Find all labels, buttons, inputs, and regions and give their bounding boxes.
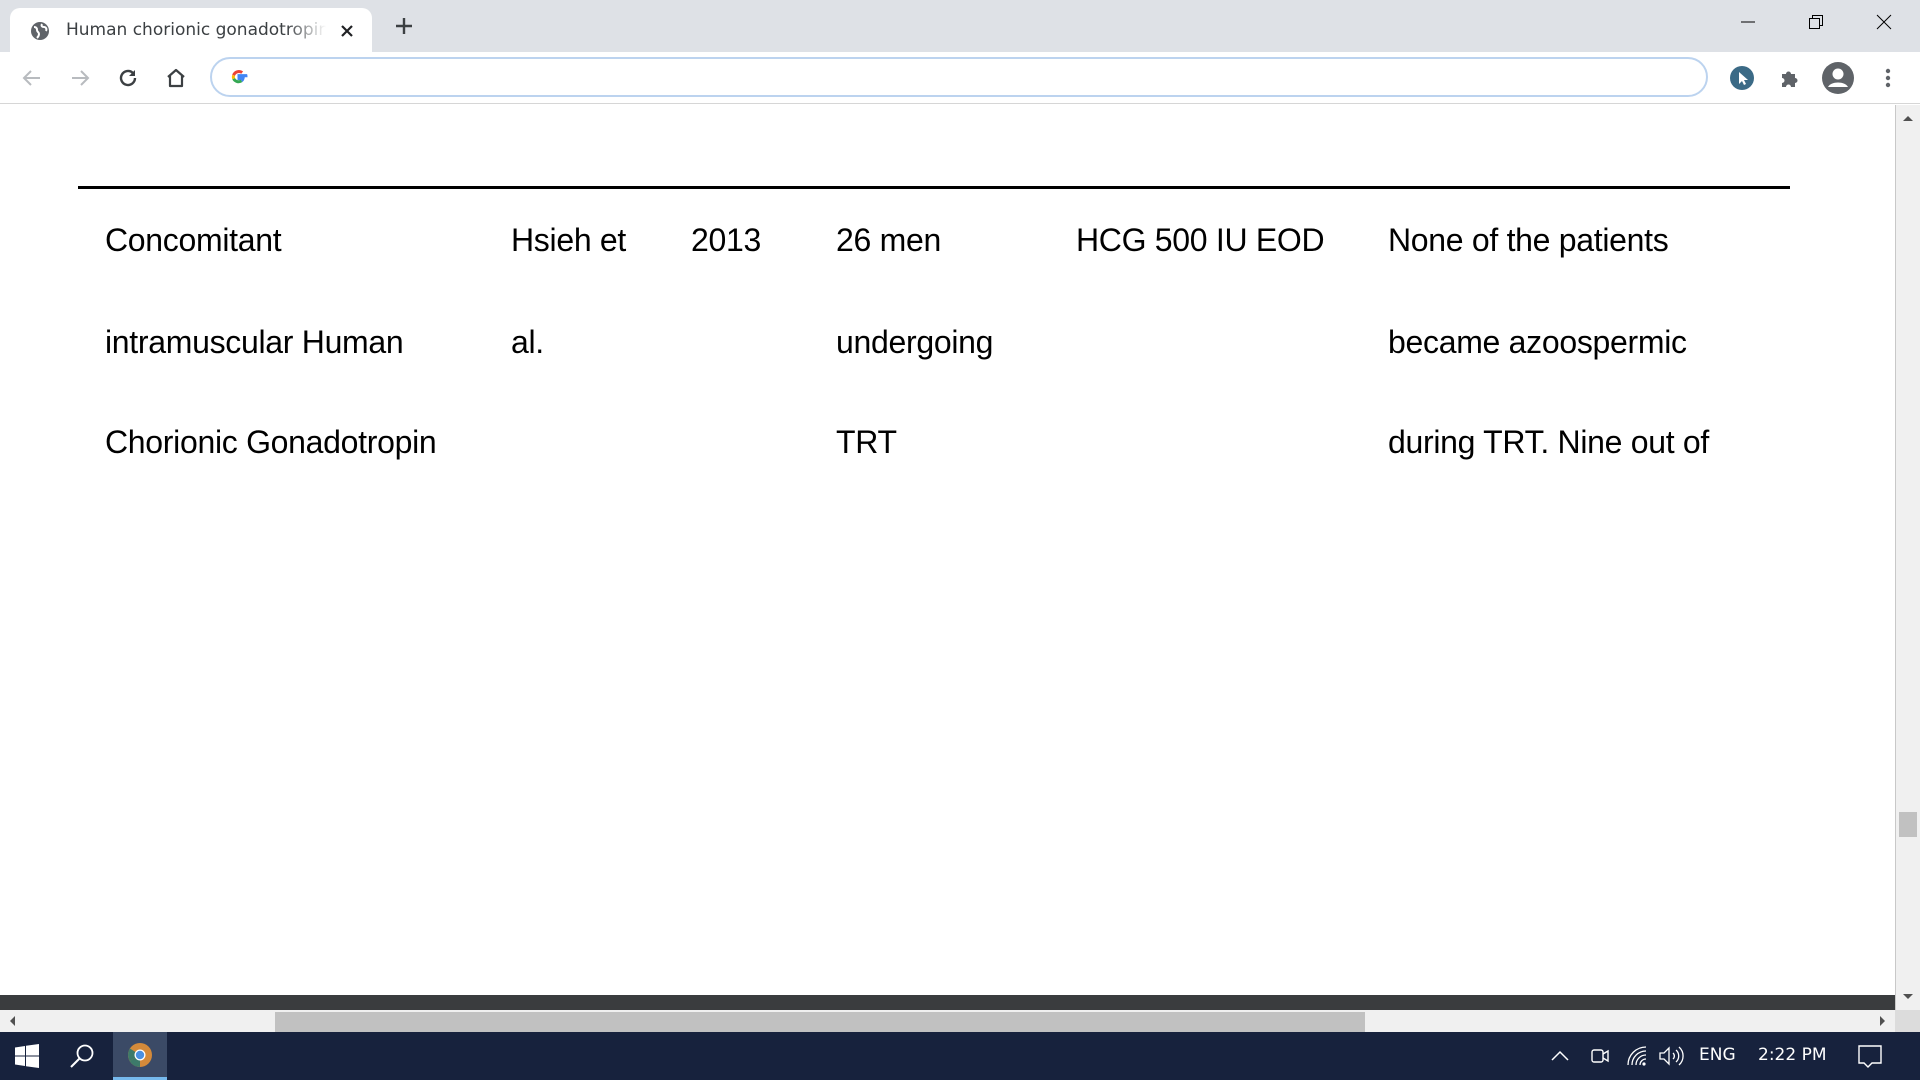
back-button[interactable] — [16, 62, 48, 94]
browser-toolbar — [0, 52, 1920, 104]
table-cell: became azoospermic — [1388, 324, 1687, 360]
browser-tab[interactable]: Human chorionic gonadotropin t — [10, 8, 372, 52]
forward-arrow-icon — [72, 70, 90, 86]
puzzle-extensions-icon — [1782, 71, 1798, 87]
table-cell: during TRT. Nine out of — [1388, 424, 1709, 460]
table-cell: intramuscular Human — [105, 324, 404, 360]
reload-icon — [119, 69, 137, 87]
restore-icon — [1809, 15, 1823, 29]
menu-button[interactable] — [1872, 62, 1904, 94]
home-icon — [167, 68, 185, 88]
extensions-button[interactable] — [1774, 62, 1806, 94]
back-arrow-icon — [22, 70, 40, 86]
table-cell: 26 men — [836, 222, 941, 258]
plus-icon[interactable] — [390, 12, 418, 40]
profile-avatar-icon — [1822, 62, 1854, 94]
google-g-icon — [231, 70, 248, 84]
vertical-scroll-thumb[interactable] — [1899, 812, 1917, 837]
globe-icon — [31, 22, 49, 40]
scroll-left-arrow-icon[interactable] — [8, 1015, 16, 1027]
minimize-button[interactable] — [1714, 0, 1782, 44]
address-bar[interactable] — [210, 57, 1708, 97]
taskbar-chrome-button[interactable] — [113, 1032, 167, 1080]
window-close-button[interactable] — [1850, 0, 1918, 44]
home-button[interactable] — [160, 62, 192, 94]
language-indicator[interactable]: ENG — [1699, 1045, 1736, 1065]
extension-cursor-button[interactable] — [1726, 62, 1758, 94]
minimize-icon — [1741, 21, 1755, 23]
horizontal-scroll-thumb[interactable] — [275, 1012, 1365, 1032]
wifi-icon[interactable] — [1626, 1045, 1648, 1067]
camera-icon[interactable] — [1590, 1044, 1610, 1068]
action-center-icon[interactable] — [1857, 1044, 1883, 1070]
search-button[interactable] — [54, 1032, 110, 1080]
page-content: Concomitant intramuscular Human Chorioni… — [0, 105, 1895, 995]
chevron-up-icon[interactable] — [1550, 1049, 1570, 1061]
reload-button[interactable] — [112, 62, 144, 94]
profile-button[interactable] — [1822, 62, 1854, 94]
chrome-icon — [128, 1042, 152, 1067]
table-cell: undergoing — [836, 324, 994, 360]
vertical-scrollbar[interactable] — [1895, 105, 1920, 1010]
scroll-right-arrow-icon[interactable] — [1879, 1015, 1887, 1027]
table-cell: None of the patients — [1388, 222, 1669, 258]
table-cell: Concomitant — [105, 222, 282, 258]
volume-icon[interactable] — [1658, 1045, 1684, 1067]
tab-strip: Human chorionic gonadotropin t — [0, 0, 1920, 52]
restore-button[interactable] — [1782, 0, 1850, 44]
scroll-up-arrow-icon[interactable] — [1902, 114, 1914, 122]
close-icon — [1876, 14, 1892, 30]
clock[interactable]: 2:22 PM — [1758, 1045, 1827, 1065]
table-cell: 2013 — [691, 222, 761, 258]
cursor-extension-icon — [1730, 66, 1754, 90]
start-button[interactable] — [0, 1032, 54, 1080]
table-cell: al. — [511, 324, 544, 360]
table-top-rule — [78, 186, 1790, 189]
table-cell: Chorionic Gonadotropin — [105, 424, 437, 460]
search-icon — [70, 1044, 94, 1068]
table-cell: TRT — [836, 424, 897, 460]
forward-button[interactable] — [64, 62, 96, 94]
table-cell: HCG 500 IU EOD — [1076, 222, 1325, 258]
address-input[interactable] — [258, 65, 1662, 91]
tab-title: Human chorionic gonadotropin t — [66, 20, 326, 40]
kebab-menu-icon — [1885, 68, 1891, 88]
scroll-down-arrow-icon[interactable] — [1902, 993, 1914, 1001]
windows-start-icon — [15, 1044, 39, 1068]
close-icon[interactable] — [336, 20, 358, 42]
scrollbar-corner — [1895, 1010, 1920, 1032]
taskbar: ENG 2:22 PM — [0, 1032, 1920, 1080]
viewer-bottom-bar — [0, 995, 1895, 1010]
table-cell: Hsieh et — [511, 222, 626, 258]
